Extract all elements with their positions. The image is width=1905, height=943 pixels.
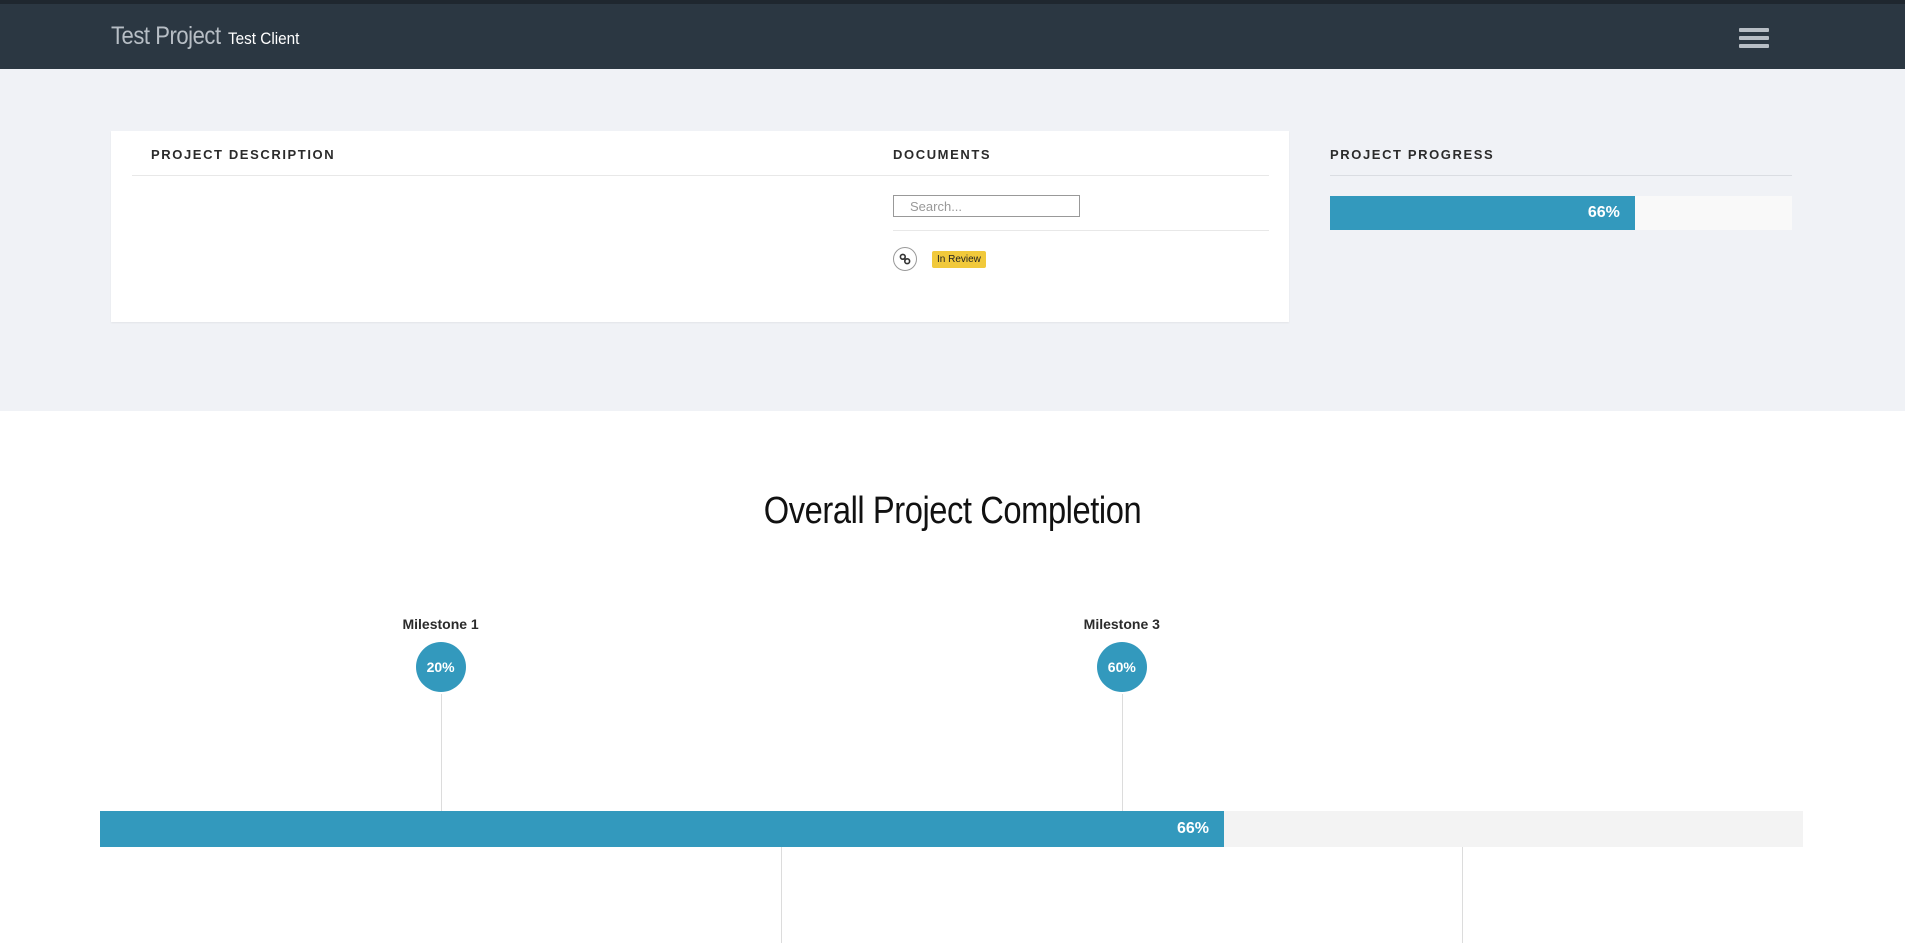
milestone-label: Milestone 3: [1083, 616, 1160, 632]
top-navbar: Test Project Test Client: [0, 0, 1905, 69]
overall-completion-title: Overall Project Completion: [763, 490, 1142, 532]
project-name: Test Project: [111, 22, 221, 50]
project-progress-bar: 66%: [1330, 196, 1792, 230]
card-divider: [132, 175, 1269, 176]
milestone: Milestone 3 60%: [1042, 616, 1202, 692]
project-card: PROJECT DESCRIPTION DOCUMENTS In Review: [111, 131, 1289, 322]
hamburger-menu-icon[interactable]: [1739, 28, 1769, 52]
overall-progress-bar: 66%: [100, 811, 1803, 847]
milestone: Milestone 1 20%: [361, 616, 521, 692]
status-badge: In Review: [932, 251, 986, 268]
milestone-connector: [1122, 694, 1123, 811]
documents-divider: [893, 230, 1269, 231]
milestone-label: Milestone 1: [402, 616, 479, 632]
overall-progress-fill: 66%: [100, 811, 1224, 847]
milestone-connector: [441, 694, 442, 811]
documents-search-input[interactable]: [893, 195, 1080, 217]
project-progress-fill: 66%: [1330, 196, 1635, 230]
documents-title: DOCUMENTS: [893, 147, 992, 162]
link-icon[interactable]: [893, 247, 917, 271]
project-progress-title: PROJECT PROGRESS: [1330, 147, 1495, 162]
brand[interactable]: Test Project Test Client: [111, 22, 307, 51]
timeline-tick: [781, 847, 782, 943]
progress-divider: [1330, 175, 1792, 176]
project-progress-label: 66%: [1587, 204, 1620, 221]
overall-progress-label: 66%: [1176, 820, 1209, 837]
milestone-percent-circle[interactable]: 20%: [415, 642, 466, 692]
milestone-percent-circle[interactable]: 60%: [1096, 642, 1147, 692]
client-name: Test Client: [228, 29, 300, 48]
project-description-title: PROJECT DESCRIPTION: [151, 147, 336, 162]
timeline-tick: [1462, 847, 1463, 943]
